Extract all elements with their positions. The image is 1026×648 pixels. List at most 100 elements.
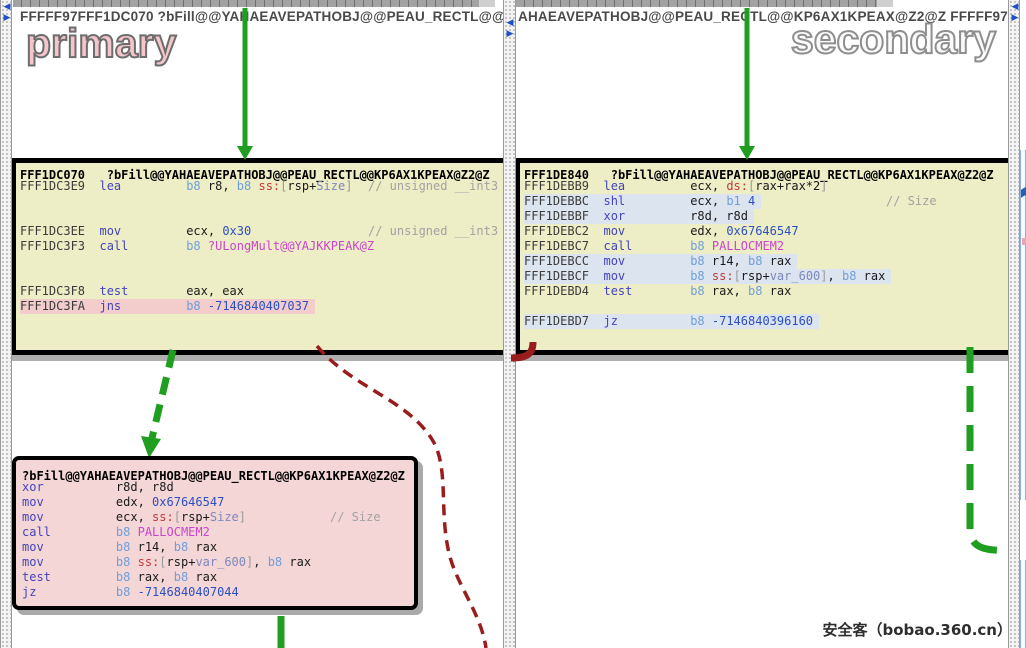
operand-token: edx, — [690, 224, 726, 238]
instruction-mnemonic: jz — [603, 314, 690, 328]
primary-top-scrollbar[interactable] — [13, 0, 495, 7]
code-row[interactable]: mov b8 r14, b8 rax — [18, 540, 414, 555]
operand-token: Size — [316, 179, 345, 193]
operand-token: rax — [289, 555, 311, 569]
operand-token: ss: — [138, 555, 160, 569]
code-row[interactable]: FFF1DC3F8 test eax, eax — [16, 284, 503, 299]
instruction-address: FFF1DEBCC — [524, 254, 603, 268]
code-row[interactable]: FFF1DEBC2 mov edx, 0x67646547 — [520, 224, 1008, 239]
instruction-mnemonic: shl — [603, 194, 690, 208]
code-row-highlight: FFF1DEBC7 call b8 PALLOCMEM2 — [524, 239, 790, 254]
primary-pane-label: primary — [26, 20, 176, 67]
bindiff-flowgraph-view: ◀ ▶ FFFFF97FFF1DC070 ?bFill@@YAHAEAVEPAT… — [0, 0, 1026, 648]
scroll-left-icon[interactable]: ◀ — [2, 2, 12, 12]
scroll-right-icon[interactable]: ▶ — [1010, 13, 1020, 23]
basic-block-primary[interactable]: FFF1DC070 ?bFill@@YAHAEAVEPATHOBJ@@PEAU_… — [12, 158, 503, 355]
operand-token: 4 — [748, 194, 755, 208]
operand-token: ecx, — [690, 194, 726, 208]
instruction-address: FFF1DC3FA — [20, 299, 99, 313]
instruction-mnemonic: mov — [99, 224, 186, 238]
code-row-highlight: xor r8d, r8d — [22, 480, 180, 495]
instruction-address: FFF1DC3EE — [20, 224, 99, 238]
code-row[interactable]: FFF1DEBCF mov b8 ss:[rsp+var_600], b8 ra… — [520, 269, 1008, 284]
instruction-address: FFF1DEBC2 — [524, 224, 603, 238]
code-row[interactable]: jz b8 -7146840407044 — [18, 585, 414, 600]
code-row[interactable]: FFF1DEBB9 lea ecx, ds:[rax+rax*2] — [520, 179, 1008, 194]
operand-token: PALLOCMEM2 — [712, 239, 784, 253]
secondary-pane-label: secondary — [791, 16, 996, 63]
operand-token: 0x30 — [222, 224, 251, 238]
instruction-address: FFF1DEBC7 — [524, 239, 603, 253]
operand-token: ecx, — [186, 224, 222, 238]
instruction-comment: // unsigned __int3 — [368, 224, 498, 239]
matched-block-popup[interactable]: ?bFill@@YAHAEAVEPATHOBJ@@PEAU_RECTL@@KP6… — [12, 456, 418, 610]
code-row[interactable]: FFF1DEBBC shl ecx, b1 4// Size — [520, 194, 1008, 209]
instruction-address: FFF1DEBD4 — [524, 284, 603, 298]
code-row-highlight: test b8 rax, b8 rax — [22, 570, 223, 585]
operand-token: ss: — [712, 269, 734, 283]
instruction-mnemonic: mov — [603, 254, 690, 268]
basic-block-secondary[interactable]: FFF1DE840 ?bFill@@YAHAEAVEPATHOBJ@@PEAU_… — [516, 158, 1008, 355]
operand-token: [ — [159, 555, 166, 569]
operand-token: ss: — [152, 510, 174, 524]
operand-token: b8 — [186, 299, 208, 313]
operand-token: edx, — [116, 495, 152, 509]
code-row[interactable]: xor r8d, r8d — [18, 480, 414, 495]
operand-token: eax, eax — [186, 284, 244, 298]
operand-token: b8 — [748, 284, 770, 298]
instruction-mnemonic: call — [22, 525, 116, 539]
operand-token: -7146840407037 — [208, 299, 309, 313]
code-row-highlight: FFF1DEBD4 test b8 rax, b8 rax — [524, 284, 797, 299]
code-row[interactable]: mov edx, 0x67646547 — [18, 495, 414, 510]
code-row-highlight: FFF1DEBCF mov b8 ss:[rsp+var_600], b8 ra… — [524, 269, 891, 284]
scroll-left-icon[interactable]: ◀ — [1010, 2, 1020, 12]
operand-token: , — [253, 555, 267, 569]
block-shadow — [516, 355, 1008, 361]
code-row-highlight: FFF1DEBBC shl ecx, b1 4 — [524, 194, 761, 209]
code-row[interactable]: FFF1DEBD7 jz b8 -7146840396160 — [520, 314, 1008, 329]
code-row[interactable]: FFF1DEBBF xor r8d, r8d — [520, 209, 1008, 224]
middle-scrollbar[interactable]: ◀ ▶ — [503, 0, 516, 648]
instruction-address: FFF1DEBBC — [524, 194, 603, 208]
instruction-mnemonic: xor — [22, 480, 116, 494]
code-row-blank — [16, 269, 503, 284]
code-row-blank — [16, 329, 503, 344]
instruction-address: FFF1DEBBF — [524, 209, 603, 223]
right-scrollbar[interactable]: ◀ ▶ — [1008, 0, 1020, 648]
operand-token: ecx, — [690, 179, 726, 193]
operand-token: b8 — [116, 525, 138, 539]
instruction-mnemonic: test — [99, 284, 186, 298]
code-row[interactable]: FFF1DEBC7 call b8 PALLOCMEM2 — [520, 239, 1008, 254]
operand-token: b8 — [186, 239, 208, 253]
operand-token: b8 — [690, 239, 712, 253]
operand-token: ?ULongMult@@YAJKKPEAK@Z — [208, 239, 374, 253]
instruction-mnemonic: jz — [22, 585, 116, 599]
scrollbar-thumb-cap — [479, 0, 495, 7]
code-row[interactable]: call b8 PALLOCMEM2 — [18, 525, 414, 540]
secondary-top-scrollbar[interactable] — [516, 0, 893, 7]
operand-token: b8 — [842, 269, 864, 283]
block-rows: FFF1DC3E9 lea b8 r8, b8 ss:[rsp+Size]// … — [16, 179, 503, 344]
code-row[interactable]: mov ecx, ss:[rsp+Size]// Size — [18, 510, 414, 525]
code-row[interactable]: FFF1DEBCC mov b8 r14, b8 rax — [520, 254, 1008, 269]
operand-token: 0x67646547 — [726, 224, 798, 238]
code-row[interactable]: FFF1DC3F3 call b8 ?ULongMult@@YAJKKPEAK@… — [16, 239, 503, 254]
code-row[interactable]: mov b8 ss:[rsp+var_600], b8 rax — [18, 555, 414, 570]
operand-token: rax — [770, 254, 792, 268]
code-row[interactable]: test b8 rax, b8 rax — [18, 570, 414, 585]
scroll-left-icon[interactable]: ◀ — [505, 18, 515, 28]
code-row[interactable]: FFF1DC3FA jns b8 -7146840407037 — [16, 299, 503, 314]
left-scrollbar[interactable]: ◀ ▶ — [0, 0, 12, 648]
operand-token: var_600 — [195, 555, 246, 569]
operand-token: r8d, r8d — [116, 480, 174, 494]
docked-window-sliver — [1020, 150, 1026, 500]
code-row[interactable]: FFF1DC3E9 lea b8 r8, b8 ss:[rsp+Size]// … — [16, 179, 503, 194]
scroll-right-icon[interactable]: ▶ — [505, 29, 515, 39]
code-row[interactable]: FFF1DC3EE mov ecx, 0x30 // unsigned __int… — [16, 224, 503, 239]
operand-token: b1 — [726, 194, 748, 208]
operand-token: b8 — [174, 540, 196, 554]
code-row[interactable]: FFF1DEBD4 test b8 rax, b8 rax — [520, 284, 1008, 299]
operand-token: rax, — [138, 570, 174, 584]
block-rows: FFF1DEBB9 lea ecx, ds:[rax+rax*2]FFF1DEB… — [520, 179, 1008, 344]
scroll-right-icon[interactable]: ▶ — [2, 13, 12, 23]
